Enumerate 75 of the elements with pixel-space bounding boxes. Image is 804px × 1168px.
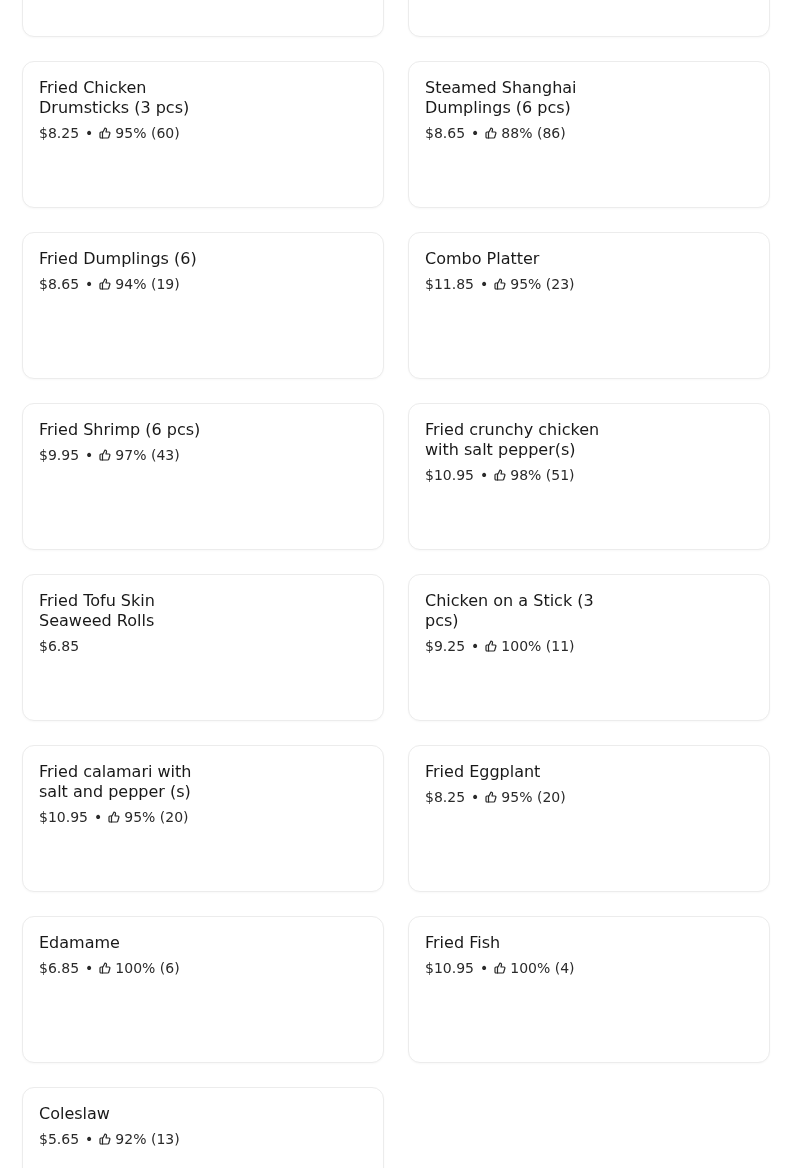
dish-price: $11.85 bbox=[425, 275, 474, 294]
dish-rating: 100% (11) bbox=[501, 637, 575, 656]
menu-item-card[interactable]: Steamed Shanghai Dumplings (6 pcs) $8.65 • 88% (86) bbox=[408, 61, 770, 208]
dish-name: Fried Dumplings (6) bbox=[39, 249, 198, 269]
dish-name: Fried Eggplant bbox=[425, 762, 542, 782]
separator-dot: • bbox=[85, 124, 94, 143]
dish-name: Fried Tofu Skin Seaweed Rolls bbox=[39, 591, 156, 631]
separator-dot: • bbox=[480, 959, 489, 978]
menu-item-card[interactable]: Fried Dumplings (6) $8.65 • 94% (19) bbox=[22, 232, 384, 379]
dish-name: Fried calamari with salt and pepper (s) bbox=[39, 762, 193, 802]
menu-item-card[interactable]: Fried calamari with salt and pepper (s) $10.95 • 95% (20) bbox=[22, 745, 384, 892]
dish-rating: 100% (4) bbox=[510, 959, 575, 978]
separator-dot: • bbox=[471, 637, 480, 656]
dish-name: Combo Platter bbox=[425, 249, 541, 269]
menu-item-card[interactable]: Edamame $6.85 • 100% (6) bbox=[22, 916, 384, 1063]
thumbs-up-icon bbox=[485, 127, 498, 139]
thumbs-up-icon bbox=[108, 811, 121, 823]
dish-price: $10.95 bbox=[425, 959, 474, 978]
dish-name: Chicken on a Stick (3 pcs) bbox=[425, 591, 595, 631]
thumbs-up-icon bbox=[99, 1133, 112, 1145]
menu-item-card[interactable]: Coleslaw $5.65 • 92% (13) bbox=[22, 1087, 384, 1168]
dish-rating: 95% (20) bbox=[124, 808, 189, 827]
dish-rating: 95% (60) bbox=[115, 124, 180, 143]
menu-item-card[interactable]: Fried Chicken Drumsticks (3 pcs) $8.25 • 95% (60) bbox=[22, 61, 384, 208]
separator-dot: • bbox=[85, 275, 94, 294]
dish-rating: 92% (13) bbox=[115, 1130, 180, 1149]
dish-rating: 97% (43) bbox=[115, 446, 180, 465]
dish-name: Coleslaw bbox=[39, 1104, 111, 1124]
separator-dot: • bbox=[94, 808, 103, 827]
dish-name: Edamame bbox=[39, 933, 121, 953]
dish-price: $8.25 bbox=[39, 124, 80, 143]
dish-price: $10.95 bbox=[39, 808, 88, 827]
thumbs-up-icon bbox=[99, 278, 112, 290]
dish-price: $9.95 bbox=[39, 446, 80, 465]
dish-price: $8.25 bbox=[425, 788, 466, 807]
dish-price: $6.85 bbox=[39, 959, 80, 978]
dish-name: Fried crunchy chicken with salt pepper(s) bbox=[425, 420, 601, 460]
menu-item-card[interactable]: Fried Fish $10.95 • 100% (4) bbox=[408, 916, 770, 1063]
menu-item-card[interactable]: Combo Platter $11.85 • 95% (23) bbox=[408, 232, 770, 379]
dish-rating: 88% (86) bbox=[501, 124, 566, 143]
menu-item-card[interactable]: Fried Tofu Skin Seaweed Rolls $6.85 bbox=[22, 574, 384, 721]
dish-name: Steamed Shanghai Dumplings (6 pcs) bbox=[425, 78, 578, 118]
dish-price: $10.95 bbox=[425, 466, 474, 485]
menu-item-card[interactable]: Fried Eggplant $8.25 • 95% (20) bbox=[408, 745, 770, 892]
thumbs-up-icon bbox=[99, 449, 112, 461]
menu-item-card[interactable]: Fried crunchy chicken with salt pepper(s) $10.95 • 98% (51) bbox=[408, 403, 770, 550]
separator-dot: • bbox=[85, 959, 94, 978]
thumbs-up-icon bbox=[485, 791, 498, 803]
thumbs-up-icon bbox=[485, 640, 498, 652]
dish-price: $6.85 bbox=[39, 637, 80, 656]
dish-rating: 95% (20) bbox=[501, 788, 566, 807]
separator-dot: • bbox=[471, 788, 480, 807]
menu-item-card[interactable]: Fried Shrimp (6 pcs) $9.95 • 97% (43) bbox=[22, 403, 384, 550]
separator-dot: • bbox=[471, 124, 480, 143]
menu-item-card[interactable]: Chicken on a Stick (3 pcs) $9.25 • 100% (11) bbox=[408, 574, 770, 721]
separator-dot: • bbox=[85, 1130, 94, 1149]
dish-name: Fried Shrimp (6 pcs) bbox=[39, 420, 202, 440]
dish-rating: 100% (6) bbox=[115, 959, 180, 978]
dish-price: $8.65 bbox=[39, 275, 80, 294]
separator-dot: • bbox=[480, 466, 489, 485]
dish-name: Fried Chicken Drumsticks (3 pcs) bbox=[39, 78, 191, 118]
dish-price: $8.65 bbox=[425, 124, 466, 143]
separator-dot: • bbox=[85, 446, 94, 465]
thumbs-up-icon bbox=[494, 278, 507, 290]
separator-dot: • bbox=[480, 275, 489, 294]
dish-name: Fried Fish bbox=[425, 933, 502, 953]
thumbs-up-icon bbox=[494, 962, 507, 974]
thumbs-up-icon bbox=[99, 127, 112, 139]
dish-price: $5.65 bbox=[39, 1130, 80, 1149]
thumbs-up-icon bbox=[99, 962, 112, 974]
dish-rating: 94% (19) bbox=[115, 275, 180, 294]
dish-price: $9.25 bbox=[425, 637, 466, 656]
thumbs-up-icon bbox=[494, 469, 507, 481]
dish-rating: 95% (23) bbox=[510, 275, 575, 294]
dish-rating: 98% (51) bbox=[510, 466, 575, 485]
